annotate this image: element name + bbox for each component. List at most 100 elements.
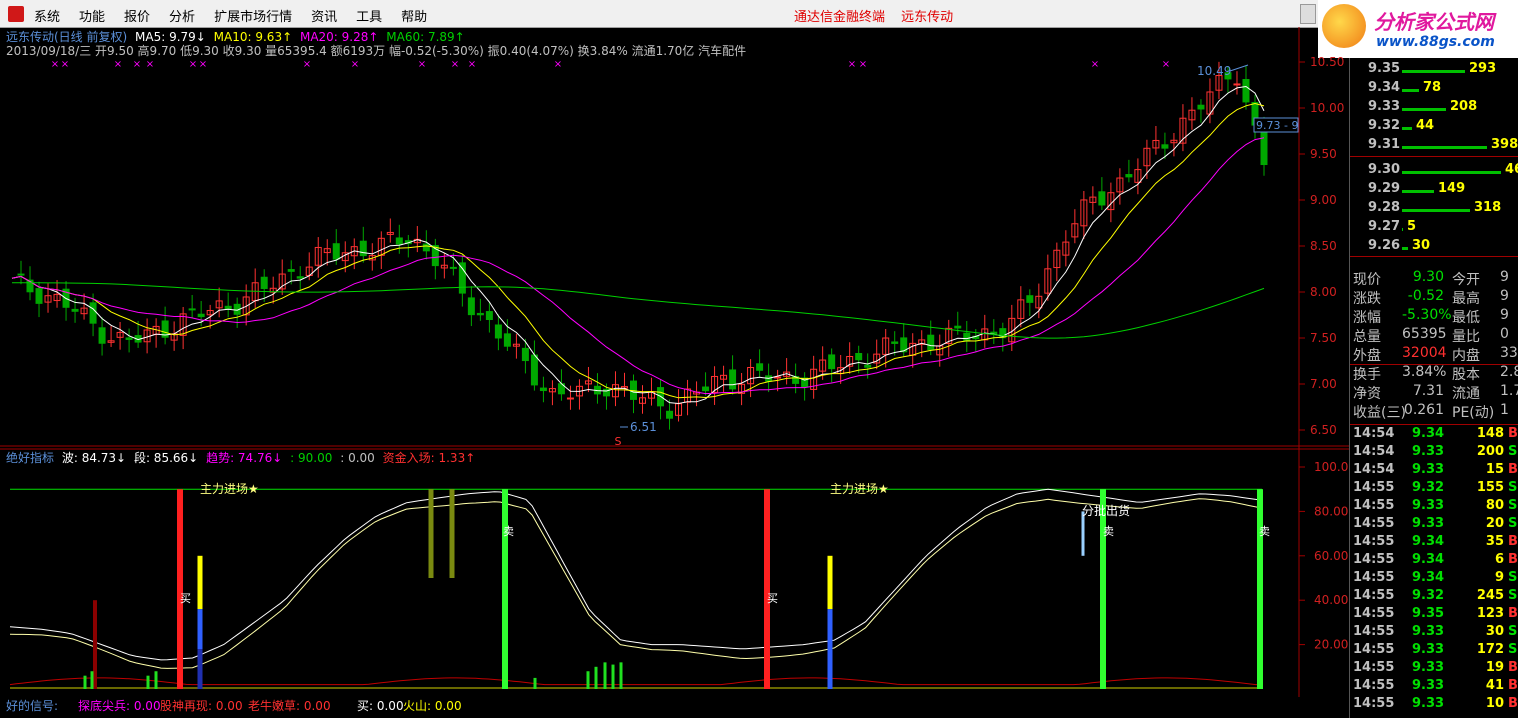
bid-row: 9.29 149 (1350, 181, 1518, 199)
menu-analysis[interactable]: 分析 (169, 6, 195, 25)
tick-side: S (1508, 480, 1518, 495)
tick-side: B (1508, 660, 1518, 675)
tick-volume: 155 (1476, 480, 1504, 495)
quote-row: 换手 3.84% 股本 2.8 (1350, 364, 1518, 383)
price-axis-label: 10.00 (1310, 101, 1344, 115)
candle-body (260, 276, 268, 289)
tick-volume: 30 (1485, 624, 1504, 639)
quote-row: 收益(三) 0.261 PE(动) 1 (1350, 402, 1518, 421)
tick-time: 14:55 (1353, 660, 1395, 675)
order-volume: 149 (1438, 181, 1466, 196)
quote-label: 今开 (1452, 272, 1480, 288)
tick-side: S (1508, 642, 1518, 657)
indicator-axis-label: 40.00 (1314, 593, 1348, 607)
order-price: 9.34 (1368, 80, 1401, 95)
order-volume: 208 (1450, 99, 1478, 114)
order-volume: 78 (1423, 80, 1442, 95)
tick-side: S (1508, 588, 1518, 603)
indicator-axis-label: 60.00 (1314, 549, 1348, 563)
candle-body (1098, 191, 1106, 206)
signal-marker: × (351, 59, 359, 70)
candle-body (476, 312, 484, 316)
candle-body (1242, 78, 1250, 103)
indicator-chart[interactable]: 100.00 80.00 60.00 40.00 20.00 主力进场★ 主力进场★ 买 买 卖 卖… (0, 447, 1349, 697)
kline-chart[interactable]: 10.5010.009.509.008.508.007.507.006.50× ×… (0, 27, 1349, 447)
buy-label: 买 (767, 592, 778, 605)
indicator-axis-label: 100.00 (1314, 460, 1349, 474)
sell-mark: S (615, 435, 622, 447)
tick-price: 9.33 (1412, 624, 1445, 639)
tick-side: S (1508, 516, 1518, 531)
price-axis-label: 6.50 (1310, 423, 1337, 437)
order-price: 9.35 (1368, 61, 1401, 76)
candle-body (197, 313, 205, 318)
candle-body (71, 308, 79, 312)
quote-row: 净资 7.31 流通 1.7 (1350, 383, 1518, 402)
candle-body (224, 305, 232, 310)
tick-time: 14:55 (1353, 516, 1395, 531)
menu-function[interactable]: 功能 (79, 6, 105, 25)
ask-row: 9.32 44 (1350, 118, 1518, 136)
tick-row: 14:54 9.34 148 B (1350, 426, 1518, 444)
tick-price: 9.34 (1412, 570, 1445, 585)
signal-marker: × (1091, 59, 1099, 70)
candle-body (539, 387, 547, 392)
tick-price: 9.32 (1412, 588, 1445, 603)
restore-window-button[interactable] (1300, 4, 1316, 24)
menu-bar: 系统 功能 报价 分析 扩展市场行情 资讯 工具 帮助 通达信金融终端 远东传动 (0, 0, 1518, 28)
tick-time: 14:55 (1353, 552, 1395, 567)
order-volume-bar (1402, 89, 1419, 92)
candle-body (125, 337, 133, 340)
candle-body (1233, 83, 1241, 86)
brand-title: 分析家公式网 (1374, 10, 1494, 34)
tick-price: 9.33 (1412, 660, 1445, 675)
tick-time: 14:55 (1353, 480, 1395, 495)
tick-price: 9.33 (1412, 444, 1445, 459)
menu-extended-market[interactable]: 扩展市场行情 (214, 6, 292, 25)
fund-volume-bar (603, 662, 607, 689)
candle-body (828, 354, 836, 370)
menu-help[interactable]: 帮助 (401, 6, 427, 25)
order-volume: 44 (1416, 118, 1435, 133)
legend-bottom-scout: 探底尖兵: 0.00 (78, 699, 161, 713)
quote-label: 涨幅 (1353, 310, 1381, 326)
menu-system[interactable]: 系统 (34, 6, 60, 25)
menu-quote[interactable]: 报价 (124, 6, 150, 25)
tick-time: 14:55 (1353, 624, 1395, 639)
order-price: 9.27 (1368, 219, 1401, 234)
ma20-line (11, 137, 1265, 395)
menu-news[interactable]: 资讯 (311, 6, 337, 25)
quote-value: -0.52 (1407, 288, 1444, 304)
candle-body (666, 410, 674, 419)
tick-side: B (1508, 678, 1518, 693)
app-name: 通达信金融终端 (794, 10, 886, 25)
order-volume-bar (1402, 190, 1434, 193)
sell-signal-bar (502, 489, 508, 689)
signal-marker: × (146, 59, 154, 70)
quote-label: 涨跌 (1353, 291, 1381, 307)
olive-signal-bar (449, 489, 455, 578)
candle-body (566, 397, 574, 400)
bid-row: 9.30 46 (1350, 162, 1518, 180)
signal-marker: × (114, 59, 122, 70)
fund-volume-bar (619, 662, 623, 689)
quote-value: 1.7 (1500, 383, 1518, 399)
tick-price: 9.33 (1412, 498, 1445, 513)
price-axis-label: 7.00 (1310, 377, 1337, 391)
tick-volume: 41 (1485, 678, 1504, 693)
quote-label: 换手 (1353, 367, 1381, 383)
menu-tools[interactable]: 工具 (356, 6, 382, 25)
order-volume-bar (1402, 127, 1412, 130)
order-volume: 30 (1412, 238, 1431, 253)
tick-time: 14:55 (1353, 642, 1395, 657)
quote-label: 最低 (1452, 310, 1480, 326)
candle-body (332, 243, 340, 260)
tick-time: 14:55 (1353, 588, 1395, 603)
tick-row: 14:55 9.32 155 S (1350, 480, 1518, 498)
signal-marker: × (848, 59, 856, 70)
tick-side: B (1508, 426, 1518, 441)
quote-value: 65395 (1402, 326, 1447, 342)
order-price: 9.28 (1368, 200, 1401, 215)
blue-signal-bar (827, 609, 833, 689)
quote-label: 股本 (1452, 367, 1480, 383)
